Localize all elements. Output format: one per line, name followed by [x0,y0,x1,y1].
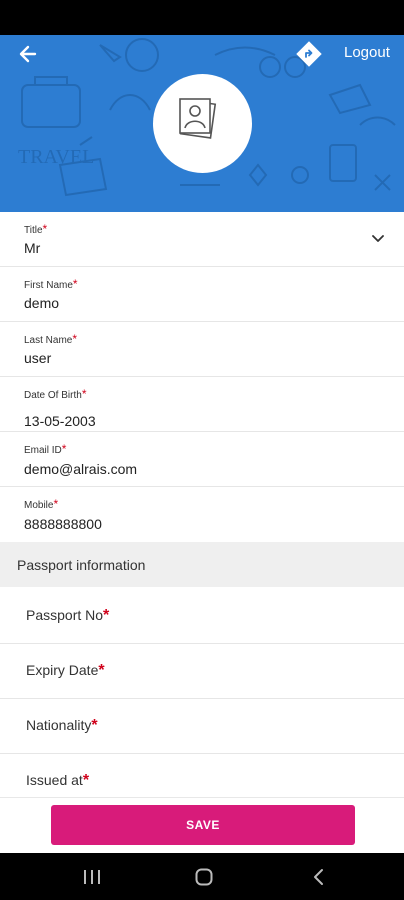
logout-button[interactable]: Logout [344,44,390,61]
last-name-field[interactable]: Last Name* user [0,322,404,377]
directions-diamond-icon[interactable] [296,41,322,67]
passport-section-header: Passport information [0,542,404,587]
passport-section-title: Passport information [17,557,146,573]
home-icon[interactable] [194,867,214,887]
email-value: demo@alrais.com [24,461,138,477]
first-name-field[interactable]: First Name* demo [0,267,404,322]
email-label: Email ID [24,445,62,456]
system-nav-bar [0,853,404,900]
chevron-down-icon[interactable] [370,230,386,246]
title-value: Mr [24,240,41,256]
email-field[interactable]: Email ID* demo@alrais.com [0,432,404,487]
arrow-left-icon [19,45,37,63]
title-label: Title [24,225,43,236]
save-bar: SAVE [0,797,404,854]
date-of-birth-field[interactable]: Date Of Birth* 13-05-2003 [0,377,404,432]
save-button[interactable]: SAVE [51,805,355,845]
recent-apps-icon[interactable] [82,867,102,887]
nav-back-icon[interactable] [309,867,329,887]
mobile-value: 8888888800 [24,516,102,532]
nationality-field[interactable]: Nationality* [0,699,404,754]
date-of-birth-label: Date Of Birth [24,390,82,401]
profile-photo-icon [179,98,217,139]
issued-at-label: Issued at [26,772,83,788]
nationality-label: Nationality [26,717,92,733]
svg-text:TRAVEL: TRAVEL [18,146,94,168]
expiry-date-label: Expiry Date [26,662,99,678]
last-name-label: Last Name [24,335,73,346]
first-name-label: First Name [24,280,73,291]
last-name-value: user [24,350,52,366]
first-name-value: demo [24,295,60,311]
back-button[interactable] [14,39,44,69]
status-bar [0,0,404,35]
mobile-label: Mobile [24,500,54,511]
passport-no-label: Passport No [26,607,104,623]
expiry-date-field[interactable]: Expiry Date* [0,644,404,699]
profile-header: TRAVEL Logout [0,35,404,212]
profile-photo[interactable] [153,74,252,173]
passport-no-field[interactable]: Passport No* [0,589,404,644]
title-field[interactable]: Title* Mr [0,212,404,267]
mobile-field[interactable]: Mobile* 8888888800 [0,487,404,541]
date-of-birth-value: 13-05-2003 [24,413,96,429]
